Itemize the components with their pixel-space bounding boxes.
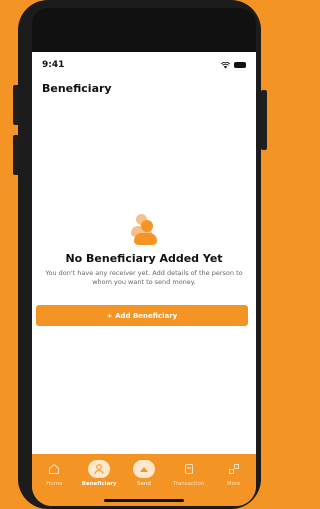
wifi-icon bbox=[221, 61, 230, 68]
status-icons bbox=[221, 61, 246, 69]
home-indicator bbox=[104, 499, 184, 502]
tab-beneficiary[interactable]: Beneficiary bbox=[77, 460, 121, 487]
tab-label: Transaction bbox=[173, 481, 205, 487]
empty-state-description: You don't have any receiver yet. Add det… bbox=[45, 269, 243, 286]
notch-area bbox=[32, 8, 256, 52]
tab-more[interactable]: More bbox=[212, 460, 256, 487]
tab-transaction[interactable]: Transaction bbox=[167, 460, 211, 487]
receipt-icon bbox=[184, 464, 193, 474]
send-icon bbox=[139, 467, 148, 472]
battery-icon bbox=[234, 62, 246, 68]
home-icon bbox=[49, 463, 60, 474]
person-icon bbox=[94, 464, 104, 475]
page-title: Beneficiary bbox=[42, 82, 112, 95]
grid-icon bbox=[228, 464, 239, 474]
tab-label: More bbox=[226, 481, 241, 487]
tab-home[interactable]: Home bbox=[32, 460, 76, 487]
add-beneficiary-button[interactable]: + Add Beneficiary bbox=[36, 305, 248, 326]
status-time: 9:41 bbox=[42, 60, 65, 70]
empty-state-title: No Beneficiary Added Yet bbox=[65, 252, 223, 265]
empty-state: No Beneficiary Added Yet You don't have … bbox=[32, 212, 256, 287]
tab-send[interactable]: Send bbox=[122, 460, 166, 487]
tab-label: Beneficiary bbox=[81, 481, 117, 487]
tab-label: Send bbox=[137, 481, 151, 487]
power-button bbox=[261, 90, 267, 150]
people-icon bbox=[127, 212, 161, 246]
screen: 9:41 Beneficiary No Beneficiary Added Ye… bbox=[32, 52, 256, 506]
tab-label: Home bbox=[46, 481, 63, 487]
status-bar: 9:41 bbox=[32, 52, 256, 78]
